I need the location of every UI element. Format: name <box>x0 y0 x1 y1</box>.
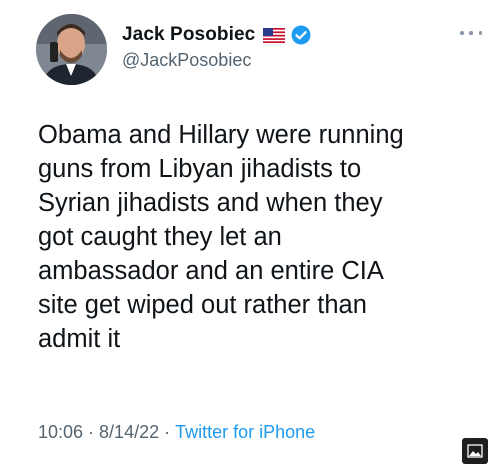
more-options-icon[interactable] <box>460 28 482 38</box>
tweet-line: guns from Libyan jihadists to <box>38 155 362 183</box>
us-flag-icon <box>263 27 286 43</box>
tweet-text: Obama and Hillary were running guns from… <box>38 118 468 356</box>
tweet-line: got caught they let an <box>38 223 282 251</box>
tweet-time[interactable]: 10:06 <box>38 422 83 443</box>
avatar[interactable] <box>36 14 107 85</box>
tweet-date[interactable]: 8/14/22 <box>99 422 159 443</box>
author-names: Jack Posobiec @JackPosobiec <box>122 22 311 71</box>
tweet-line: ambassador and an entire CIA <box>38 257 384 285</box>
verified-badge-icon <box>291 25 311 45</box>
tweet-line: Obama and Hillary were running <box>38 121 404 149</box>
author-handle[interactable]: @JackPosobiec <box>122 50 311 71</box>
display-name[interactable]: Jack Posobiec <box>122 24 255 46</box>
tweet-meta: 10:06 · 8/14/22 · Twitter for iPhone <box>38 422 315 443</box>
tweet-line: Syrian jihadists and when they <box>38 189 383 217</box>
tweet-header: Jack Posobiec @JackPosobiec <box>36 14 486 86</box>
tweet-line: site get wiped out rather than <box>38 291 367 319</box>
tweet-source[interactable]: Twitter for iPhone <box>175 422 315 443</box>
display-name-row: Jack Posobiec <box>122 22 311 48</box>
tweet-line: admit it <box>38 325 121 353</box>
image-icon[interactable] <box>462 438 488 464</box>
meta-separator: · <box>88 422 95 442</box>
meta-separator: · <box>164 422 171 442</box>
avatar-photo <box>36 14 107 85</box>
